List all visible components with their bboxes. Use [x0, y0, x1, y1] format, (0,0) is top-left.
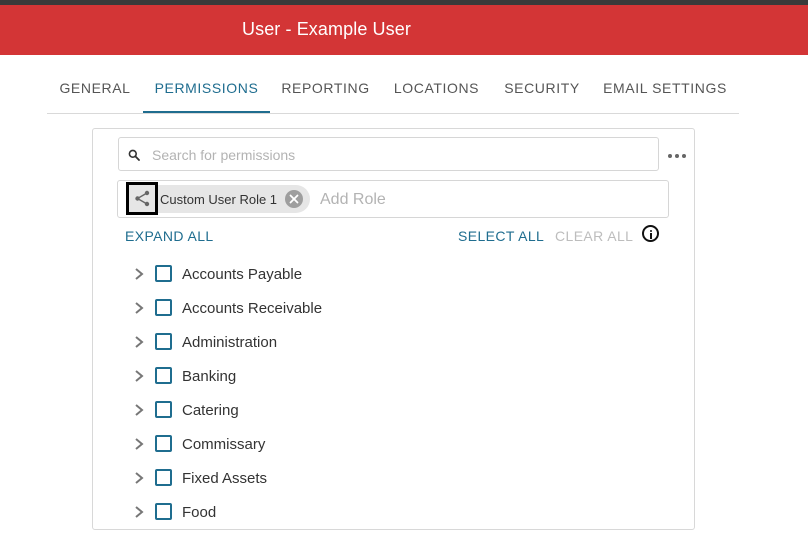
- permission-checkbox[interactable]: [155, 469, 172, 486]
- role-chip-label: Custom User Role 1: [160, 192, 278, 207]
- select-all-button[interactable]: SELECT ALL: [458, 228, 544, 244]
- close-icon: [289, 194, 299, 204]
- tree-row: Commissary: [128, 435, 528, 469]
- chevron-right-icon[interactable]: [132, 335, 146, 349]
- tab-reporting[interactable]: REPORTING: [270, 56, 381, 112]
- chevron-right-icon[interactable]: [132, 369, 146, 383]
- permission-checkbox[interactable]: [155, 333, 172, 350]
- permission-label: Banking: [182, 368, 237, 385]
- chevron-right-icon[interactable]: [132, 403, 146, 417]
- permission-checkbox[interactable]: [155, 367, 172, 384]
- permission-checkbox[interactable]: [155, 265, 172, 282]
- tab-email-settings[interactable]: EMAIL SETTINGS: [592, 56, 738, 112]
- search-input[interactable]: [150, 144, 644, 166]
- clear-all-button[interactable]: CLEAR ALL: [555, 228, 633, 244]
- tree-row: Catering: [128, 401, 528, 435]
- permission-label: Accounts Receivable: [182, 300, 323, 317]
- share-role-button[interactable]: [126, 182, 158, 215]
- tab-bar: GENERAL PERMISSIONS REPORTING LOCATIONS …: [47, 56, 739, 114]
- expand-all-button[interactable]: EXPAND ALL: [125, 228, 214, 244]
- tab-permissions[interactable]: PERMISSIONS: [143, 56, 270, 113]
- search-box: [118, 137, 659, 171]
- permission-label: Administration: [182, 334, 278, 351]
- chevron-right-icon[interactable]: [132, 505, 146, 519]
- tab-locations[interactable]: LOCATIONS: [381, 56, 492, 112]
- permission-checkbox[interactable]: [155, 503, 172, 520]
- permission-label: Catering: [182, 402, 239, 419]
- tree-row: Banking: [128, 367, 528, 401]
- share-icon: [135, 190, 150, 207]
- tree-row: Accounts Receivable: [128, 299, 528, 333]
- chevron-right-icon[interactable]: [132, 437, 146, 451]
- permission-checkbox[interactable]: [155, 401, 172, 418]
- remove-role-icon[interactable]: [285, 190, 303, 208]
- chevron-right-icon[interactable]: [132, 301, 146, 315]
- permission-checkbox[interactable]: [155, 435, 172, 452]
- tree-row: Fixed Assets: [128, 469, 528, 503]
- permission-label: Commissary: [182, 436, 266, 453]
- chevron-right-icon[interactable]: [132, 267, 146, 281]
- tree-row: Accounts Payable: [128, 265, 528, 299]
- add-role-input[interactable]: [318, 188, 622, 212]
- tab-general[interactable]: GENERAL: [47, 56, 143, 112]
- page-header: User - Example User: [0, 5, 808, 55]
- more-options-icon[interactable]: [668, 148, 688, 162]
- page-title: User - Example User: [242, 19, 411, 39]
- permission-label: Accounts Payable: [182, 266, 303, 283]
- search-icon: [128, 149, 140, 161]
- info-icon[interactable]: [642, 225, 659, 242]
- chevron-right-icon[interactable]: [132, 471, 146, 485]
- tree-row: Food: [128, 503, 528, 537]
- permission-checkbox[interactable]: [155, 299, 172, 316]
- tree-row: Administration: [128, 333, 528, 367]
- tab-security[interactable]: SECURITY: [492, 56, 592, 112]
- permission-label: Fixed Assets: [182, 470, 268, 487]
